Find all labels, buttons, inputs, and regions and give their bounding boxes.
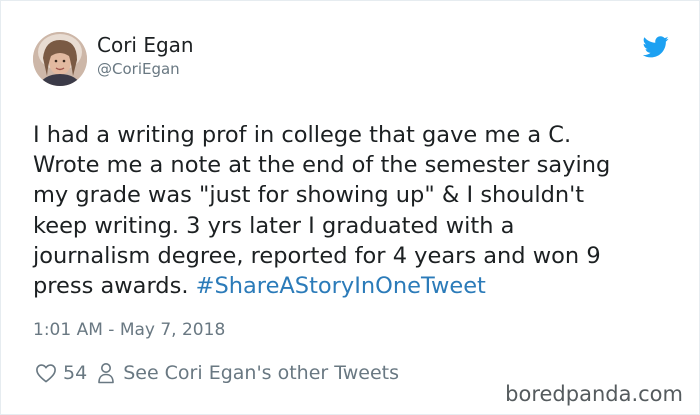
author-display-name[interactable]: Cori Egan: [97, 32, 194, 58]
tweet-text: I had a writing prof in college that gav…: [33, 120, 673, 301]
like-count[interactable]: 54: [63, 362, 87, 384]
tweet-line: I had a writing prof in college that gav…: [33, 122, 572, 148]
tweet-actions: 54 See Cori Egan's other Tweets: [35, 360, 399, 386]
hashtag-link[interactable]: #ShareAStoryInOneTweet: [196, 273, 486, 299]
tweet-line: my grade was "just for showing up" & I s…: [33, 182, 585, 209]
tweet-line-last: press awards. #ShareAStoryInOneTweet: [33, 271, 673, 301]
tweet-line: journalism degree, reported for 4 years …: [33, 242, 601, 269]
person-icon: [98, 363, 114, 384]
tweet-line: Wrote me a note at the end of the semest…: [33, 152, 611, 179]
avatar-photo: [33, 32, 87, 86]
tweet-line: keep writing. 3 yrs later I graduated wi…: [33, 212, 515, 239]
tweet-line-text: press awards.: [33, 273, 196, 300]
author-handle[interactable]: @CoriEgan: [97, 59, 180, 79]
heart-icon[interactable]: [35, 363, 57, 383]
other-tweets-link[interactable]: See Cori Egan's other Tweets: [123, 362, 399, 384]
tweet-card: Cori Egan @CoriEgan I had a writing prof…: [0, 0, 700, 415]
watermark: boredpanda.com: [505, 382, 683, 406]
tweet-timestamp[interactable]: 1:01 AM - May 7, 2018: [33, 319, 225, 341]
twitter-bird-icon[interactable]: [643, 36, 669, 58]
avatar[interactable]: [33, 32, 87, 86]
